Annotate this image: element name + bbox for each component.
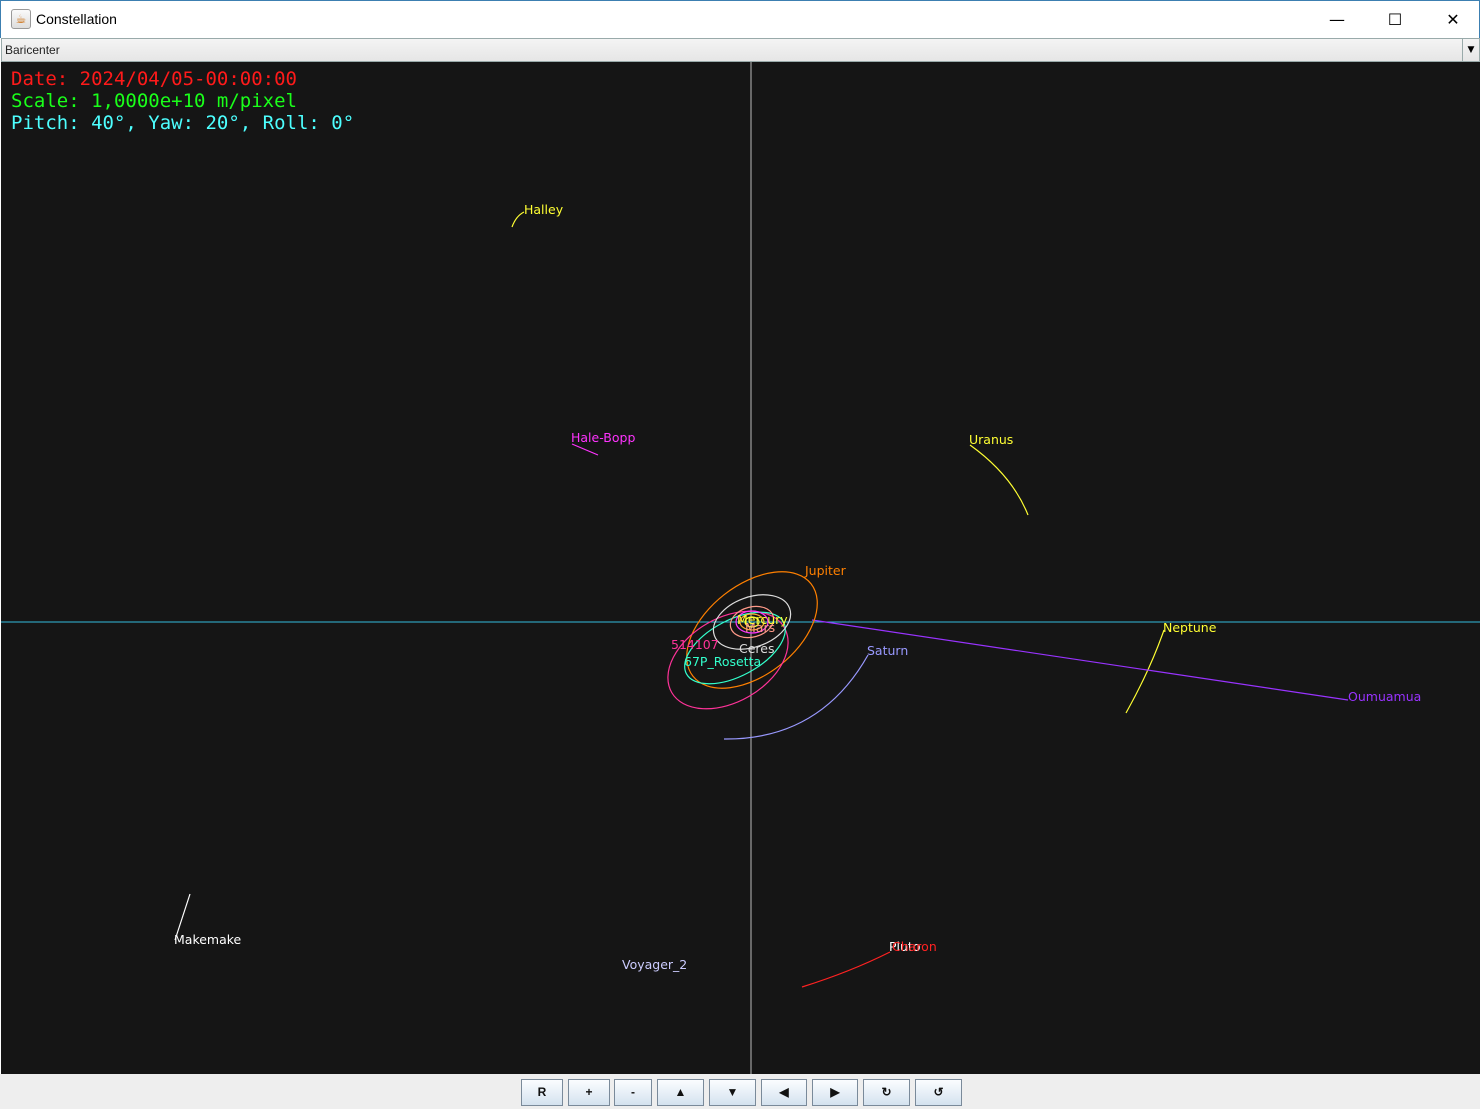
label-charon: Charon <box>892 939 937 954</box>
label-ceres: Ceres <box>739 641 775 656</box>
orbit-oumuamua <box>811 619 1349 701</box>
label-hale-bopp: Hale-Bopp <box>571 430 635 445</box>
java-cup-icon: ☕ <box>11 9 31 29</box>
zoom-in-button[interactable]: + <box>568 1079 610 1106</box>
label-oumuamua: Oumuamua <box>1348 689 1421 704</box>
reset-button[interactable]: R <box>521 1079 563 1106</box>
zoom-out-button[interactable]: - <box>614 1079 652 1106</box>
orbit-halley <box>511 211 525 228</box>
pitch-down-button[interactable]: ▼ <box>709 1079 756 1106</box>
hud-overlay: Date: 2024/04/05-00:00:00 Scale: 1,0000e… <box>11 68 354 134</box>
orbit-hale-bopp <box>571 443 599 456</box>
label-makemake: Makemake <box>174 932 242 947</box>
label-514107: 514107 <box>671 637 719 652</box>
label-jupiter: Jupiter <box>804 563 847 578</box>
orbit-plot: Halley Hale-Bopp Uranus Jupiter Neptune … <box>1 62 1480 1074</box>
label-halley: Halley <box>524 202 564 217</box>
window-title: Constellation <box>36 11 117 27</box>
orbit-uranus <box>969 444 1029 516</box>
title-bar: ☕ Constellation — ☐ ✕ <box>0 0 1480 38</box>
center-body-value: Baricenter <box>5 43 60 57</box>
center-body-select[interactable]: Baricenter ▼ <box>1 38 1480 62</box>
label-neptune: Neptune <box>1163 620 1217 635</box>
label-voyager-2: Voyager_2 <box>622 957 687 972</box>
label-67p-rosetta: 67P_Rosetta <box>684 654 761 669</box>
roll-ccw-button[interactable]: ↺ <box>915 1079 962 1106</box>
label-mercury: Mercury <box>737 612 788 627</box>
roll-cw-button[interactable]: ↻ <box>863 1079 910 1106</box>
pitch-up-button[interactable]: ▲ <box>657 1079 704 1106</box>
label-uranus: Uranus <box>969 432 1013 447</box>
orbit-view-canvas[interactable]: Halley Hale-Bopp Uranus Jupiter Neptune … <box>1 62 1480 1074</box>
yaw-left-button[interactable]: ◀ <box>761 1079 807 1106</box>
orbit-pluto <box>801 951 891 988</box>
chevron-down-icon[interactable]: ▼ <box>1462 39 1479 61</box>
close-button[interactable]: ✕ <box>1424 1 1480 39</box>
yaw-right-button[interactable]: ▶ <box>812 1079 858 1106</box>
orientation-readout: Pitch: 40°, Yaw: 20°, Roll: 0° <box>11 112 355 134</box>
minimize-button[interactable]: — <box>1308 1 1366 39</box>
date-readout: Date: 2024/04/05-00:00:00 <box>11 68 297 90</box>
maximize-button[interactable]: ☐ <box>1366 1 1424 39</box>
control-toolbar: R + - ▲ ▼ ◀ ▶ ↻ ↺ <box>0 1074 1480 1109</box>
scale-readout: Scale: 1,0000e+10 m/pixel <box>11 90 297 112</box>
label-saturn: Saturn <box>867 643 908 658</box>
